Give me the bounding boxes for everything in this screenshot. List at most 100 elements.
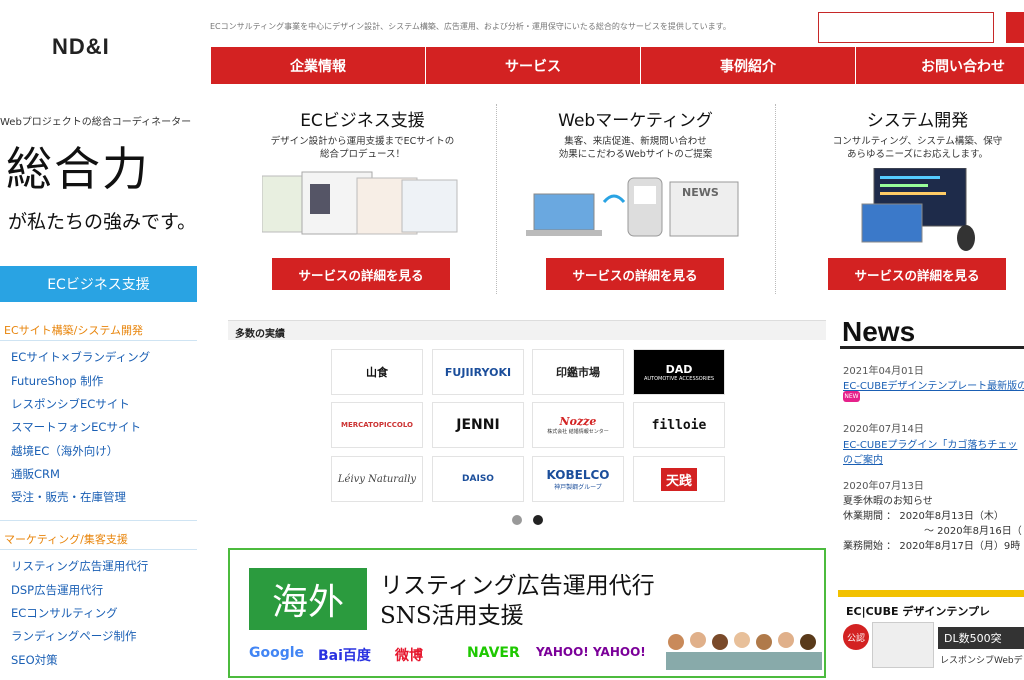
nav-contact[interactable]: お問い合わせ bbox=[856, 47, 1024, 84]
service-title: システム開発 bbox=[866, 111, 969, 131]
sidebar-item[interactable]: スマートフォンECサイト bbox=[11, 419, 141, 435]
news-link[interactable]: EC-CUBEプラグイン「カゴ落ちチェッ bbox=[843, 436, 1017, 451]
news-link[interactable]: EC-CUBEデザインテンプレート最新版の bbox=[843, 377, 1024, 392]
client-logo-mercatopiccolo[interactable]: MERCATOPICCOLO bbox=[331, 402, 423, 448]
ad-line-1: リスティング広告運用代行 bbox=[380, 573, 655, 599]
client-logo-filloie[interactable]: filloie bbox=[633, 402, 725, 448]
sidebar-divider bbox=[0, 549, 197, 550]
carousel-dot-1[interactable] bbox=[512, 515, 522, 525]
service-detail-button-system[interactable]: サービスの詳細を見る bbox=[828, 258, 1006, 290]
ec-screens-illustration bbox=[262, 171, 458, 235]
client-logo-fujiiryoki[interactable]: FUJIIRYOKI bbox=[432, 349, 524, 395]
sidebar-item[interactable]: FutureShop 制作 bbox=[11, 373, 103, 389]
sidebar-item[interactable]: レスポンシブECサイト bbox=[11, 396, 130, 412]
client-logo-tenka[interactable]: 天践 bbox=[633, 456, 725, 502]
service-desc: デザイン設計から運用支援までECサイトの 総合プロデュース！ bbox=[270, 136, 455, 161]
service-title: Webマーケティング bbox=[558, 111, 713, 131]
brand-yahoo-1: YAHOO! bbox=[536, 645, 589, 659]
eccube-screenshot bbox=[872, 622, 934, 668]
search-input[interactable] bbox=[818, 12, 994, 43]
carousel-dot-2[interactable] bbox=[533, 515, 543, 525]
sidebar-item[interactable]: ECサイト×ブランディング bbox=[11, 349, 150, 365]
sidebar-section-ec[interactable]: ECサイト構築/システム開発 bbox=[4, 322, 143, 338]
header-tagline: ECコンサルティング事業を中心にデザイン設計、システム構築、広告運用、および分析… bbox=[210, 22, 731, 31]
client-logo-text: 天践 bbox=[660, 467, 697, 491]
column-divider bbox=[775, 104, 776, 294]
news-text: 休業期間 ： 2020年8月13日（木） bbox=[843, 511, 1004, 522]
news-text: ～ 2020年8月16日（ bbox=[924, 526, 1022, 537]
client-logo-kobelco[interactable]: KOBELCO 神戸製鋼グループ bbox=[532, 456, 624, 502]
sidebar-header[interactable]: ECビジネス支援 bbox=[0, 266, 197, 302]
achievements-label: 多数の実績 bbox=[235, 329, 285, 340]
column-divider bbox=[496, 104, 497, 294]
news-date: 2021年04月01日 bbox=[843, 366, 924, 377]
client-logo-subtext: 株式会社 結婚情報センター bbox=[547, 429, 609, 435]
client-logo-nozze[interactable]: Nozze 株式会社 結婚情報センター bbox=[532, 402, 624, 448]
news-date: 2020年07月13日 bbox=[843, 481, 924, 492]
client-logo-jenni[interactable]: JENNI bbox=[432, 402, 524, 448]
official-badge: 公認 bbox=[843, 624, 869, 650]
client-logo-yamashoku[interactable]: 山食 bbox=[331, 349, 423, 395]
client-logo-text: MERCATOPICCOLO bbox=[341, 421, 413, 429]
new-badge: NEW bbox=[843, 391, 860, 402]
client-logo-leivy[interactable]: Léivy Naturally bbox=[331, 456, 423, 502]
client-logo-text: DAD bbox=[665, 362, 693, 376]
sidebar-item[interactable]: DSP広告運用代行 bbox=[11, 582, 103, 598]
sidebar-divider bbox=[0, 340, 197, 341]
news-link[interactable]: のご案内 bbox=[843, 451, 883, 466]
client-logo-text: Léivy Naturally bbox=[337, 473, 417, 485]
nav-company[interactable]: 企業情報 bbox=[211, 47, 426, 84]
service-detail-button-ec[interactable]: サービスの詳細を見る bbox=[272, 258, 450, 290]
system-computer-illustration bbox=[861, 168, 975, 251]
sidebar-item[interactable]: ECコンサルティング bbox=[11, 605, 118, 621]
client-logo-text: DAISO bbox=[462, 474, 494, 484]
client-logo-text: filloie bbox=[651, 417, 707, 433]
eccube-banner-title: EC|CUBE デザインテンプレ bbox=[846, 605, 991, 618]
news-underline bbox=[840, 346, 1024, 349]
client-logo-text: 印鑑市場 bbox=[556, 366, 600, 379]
client-logo-text: KOBELCO bbox=[546, 467, 610, 482]
service-title: ECビジネス支援 bbox=[300, 111, 425, 131]
sidebar-item[interactable]: SEO対策 bbox=[11, 652, 58, 668]
client-logo-subtext: AUTOMOTIVE ACCESSORIES bbox=[643, 375, 715, 382]
sidebar-divider bbox=[0, 520, 197, 521]
client-logo-text: 山食 bbox=[366, 366, 388, 379]
news-heading: News bbox=[842, 316, 916, 347]
sidebar-item[interactable]: 通販CRM bbox=[11, 466, 60, 482]
brand-naver: NAVER bbox=[467, 645, 520, 661]
client-logo-subtext: 神戸製鋼グループ bbox=[554, 483, 602, 491]
brand-baidu: Bai百度 bbox=[318, 648, 371, 664]
nav-cases[interactable]: 事例紹介 bbox=[641, 47, 856, 84]
client-logo-dad[interactable]: DAD AUTOMOTIVE ACCESSORIES bbox=[633, 349, 725, 395]
site-logo[interactable]: ND&I bbox=[52, 34, 110, 60]
sidebar-item[interactable]: リスティング広告運用代行 bbox=[11, 558, 148, 574]
hero-subtitle: が私たちの強みです。 bbox=[8, 211, 197, 233]
client-logo-text: JENNI bbox=[456, 417, 500, 433]
search-button[interactable] bbox=[1006, 12, 1024, 43]
nav-services[interactable]: サービス bbox=[426, 47, 641, 84]
service-desc: 集客、来店促進、新規問い合わせ 効果にこだわるWebサイトのご提案 bbox=[558, 136, 713, 161]
ad-people-illustration bbox=[666, 632, 822, 670]
sidebar-item[interactable]: 受注・販売・在庫管理 bbox=[11, 489, 126, 505]
client-logo-daiso[interactable]: DAISO bbox=[432, 456, 524, 502]
sidebar-item[interactable]: ランディングページ制作 bbox=[11, 628, 136, 644]
ad-kanji-block: 海外 bbox=[249, 568, 367, 630]
ad-line-2: SNS活用支援 bbox=[380, 603, 524, 629]
news-date: 2020年07月14日 bbox=[843, 424, 924, 435]
sidebar-section-marketing[interactable]: マーケティング/集客支援 bbox=[4, 531, 128, 547]
brand-google: Google bbox=[249, 645, 305, 661]
news-paper-label: NEWS bbox=[682, 186, 719, 199]
news-text: 業務開始 ： 2020年8月17日（月）9時 bbox=[843, 541, 1021, 552]
hero-title: 総合力 bbox=[6, 142, 150, 196]
download-count: DL数500突 bbox=[938, 627, 1024, 649]
hero-intro: Webプロジェクトの総合コーディネーター bbox=[0, 117, 192, 128]
service-detail-button-marketing[interactable]: サービスの詳細を見る bbox=[546, 258, 724, 290]
client-logo-text: FUJIIRYOKI bbox=[444, 365, 512, 379]
marketing-devices-illustration: NEWS bbox=[526, 177, 739, 237]
client-logo-inkan[interactable]: 印鑑市場 bbox=[532, 349, 624, 395]
client-logo-text: Nozze bbox=[559, 415, 597, 428]
sidebar-item[interactable]: 越境EC（海外向け） bbox=[11, 443, 118, 459]
brand-weibo: 微博 bbox=[395, 648, 423, 664]
responsive-label: レスポンシブWebデ bbox=[940, 656, 1023, 666]
main-nav: 企業情報 サービス 事例紹介 お問い合わせ bbox=[211, 47, 1024, 84]
